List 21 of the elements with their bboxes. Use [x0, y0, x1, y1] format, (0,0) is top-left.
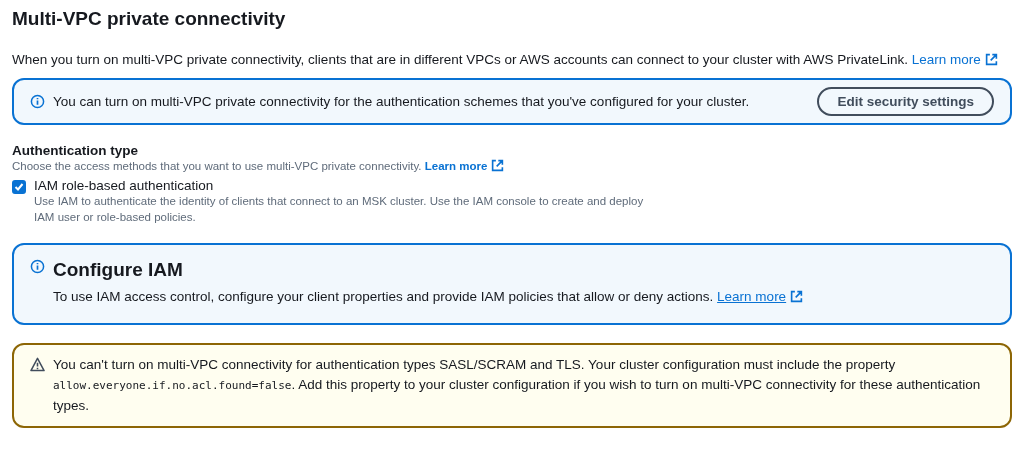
info-text: You can turn on multi-VPC private connectivity for the authentication schemes that you've configured for your cluster. [53, 92, 750, 111]
learn-more-link[interactable]: Learn more [911, 52, 998, 67]
external-link-icon [491, 159, 505, 172]
checkbox-label: IAM role-based authentication [34, 178, 215, 193]
option-description: Use IAM to authenticate the identity of clients that connect to an MSK cluster. Use the IAM console to create and deploy IAM user or role-based policies. [34, 194, 645, 225]
external-link-icon [790, 290, 804, 303]
info-icon [30, 94, 45, 109]
info-icon [30, 259, 45, 274]
intro-text: When you turn on multi-VPC private connectivity, clients that are in different VPCs or AWS accounts can connect to your cluster with AWS PrivateLink. Learn more [12, 50, 1012, 70]
learn-more-link[interactable]: Learn more [424, 160, 505, 172]
learn-more-link[interactable]: Learn more [717, 289, 804, 304]
warning-icon [30, 357, 45, 372]
warning-text: You can't turn on multi-VPC connectivity for authentication types SASL/SCRAM and TLS. Your cluster configuration must include the property allow.everyone.if.no.acl.found=false. Add this property to your cluster configuration if you wish to turn on multi-VPC connectivity for these authentication types. [53, 356, 982, 415]
panel-title: Configure IAM [53, 259, 184, 281]
field-label: Authentication type [12, 143, 139, 158]
section-heading: Multi-VPC private connectivity [12, 8, 287, 30]
panel-text: To use IAM access control, configure your client properties and provide IAM policies that allow or deny actions. Learn more [53, 287, 804, 307]
field-description: Choose the access methods that you want to use multi-VPC private connectivity. Learn more [12, 158, 1012, 174]
edit-security-settings-button[interactable]: Edit security settings [817, 87, 994, 116]
checkbox[interactable] [12, 180, 26, 194]
external-link-icon [984, 53, 998, 66]
